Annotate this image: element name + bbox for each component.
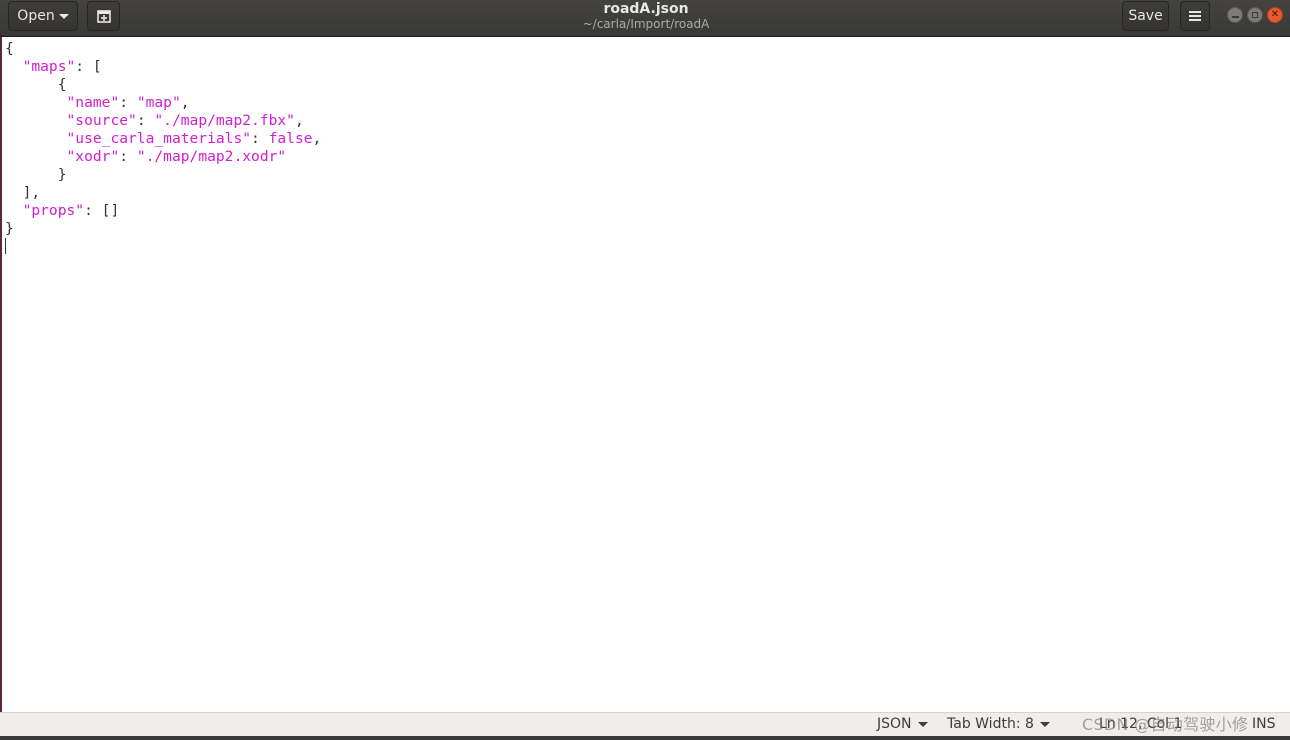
code-line: }	[5, 220, 14, 237]
chevron-down-icon	[917, 721, 928, 727]
taskbar-strip	[0, 736, 1290, 740]
text-editor-area[interactable]: { "maps": [ { "name": "map", "source": "…	[2, 37, 1290, 712]
chevron-down-icon	[1039, 721, 1050, 727]
code-line: "source": "./map/map2.fbx",	[66, 112, 304, 129]
code-line: {	[5, 40, 14, 57]
minimize-icon[interactable]	[1227, 7, 1243, 23]
insert-mode: INS	[1252, 716, 1276, 732]
code-line: ],	[5, 184, 41, 201]
code-line: "name": "map",	[66, 94, 190, 111]
window-title: roadA.json	[603, 1, 689, 17]
header-bar: Open roadA.json ~/carla/Import/roadA Sav…	[0, 0, 1290, 37]
language-label: JSON	[877, 716, 912, 732]
tab-width-selector[interactable]: Tab Width: 8	[947, 716, 1050, 732]
open-button-label: Open	[17, 8, 55, 24]
code-line: "use_carla_materials": false,	[66, 130, 322, 147]
window-subtitle: ~/carla/Import/roadA	[582, 17, 710, 31]
code-line: "props": []	[22, 202, 120, 219]
maximize-icon[interactable]	[1247, 7, 1263, 23]
watermark: CSDN @自动驾驶小修	[1082, 715, 1249, 734]
code-line: "maps": [	[22, 58, 102, 75]
tab-width-label: Tab Width: 8	[947, 716, 1034, 732]
open-button[interactable]: Open	[8, 1, 78, 31]
menu-button[interactable]	[1180, 1, 1210, 31]
close-icon[interactable]	[1267, 7, 1283, 23]
text-cursor	[5, 238, 6, 254]
window-title-block: roadA.json ~/carla/Import/roadA	[440, 1, 852, 31]
chevron-down-icon	[58, 13, 69, 19]
code-content: { "maps": [ { "name": "map", "source": "…	[5, 40, 321, 238]
save-button[interactable]: Save	[1122, 1, 1169, 31]
code-line: {	[5, 76, 67, 93]
language-selector[interactable]: JSON	[877, 716, 928, 732]
hamburger-menu-icon	[1189, 11, 1201, 21]
code-line: "xodr": "./map/map2.xodr"	[66, 148, 287, 165]
new-document-tab-icon	[96, 10, 111, 23]
code-line: }	[5, 166, 67, 183]
save-button-label: Save	[1128, 8, 1163, 24]
insert-mode-label: INS	[1252, 716, 1276, 732]
new-tab-button[interactable]	[87, 1, 120, 31]
